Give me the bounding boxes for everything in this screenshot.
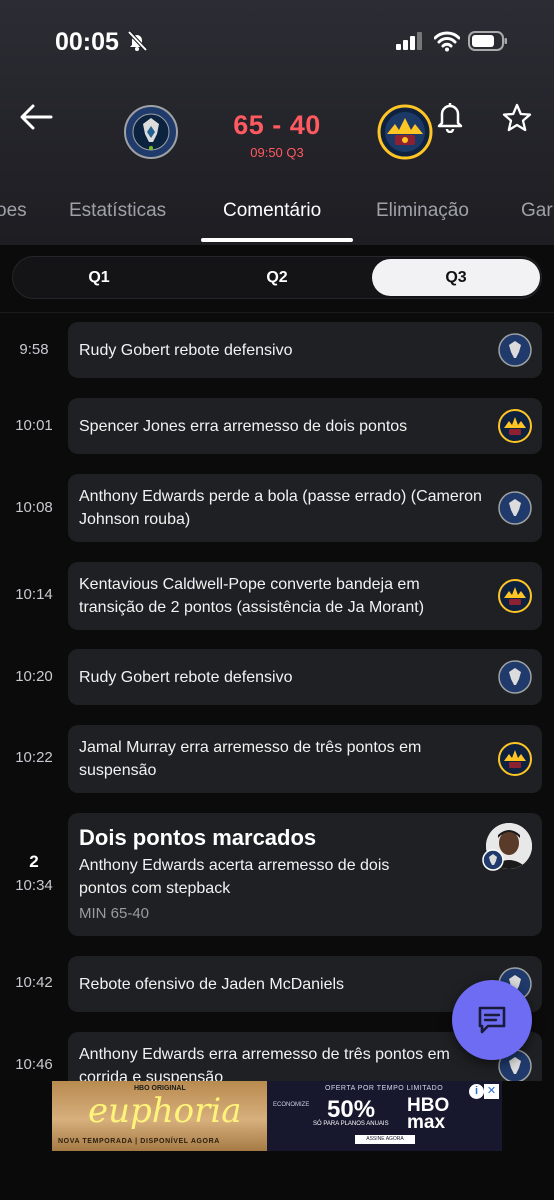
battery-icon xyxy=(468,31,507,51)
event-time: 10:42 xyxy=(15,974,53,991)
event-text: Rudy Gobert rebote defensivo xyxy=(79,342,293,359)
event-time: 10:01 xyxy=(15,417,53,434)
ad-info-icon[interactable]: i xyxy=(469,1084,484,1099)
quarter-q1[interactable]: Q1 xyxy=(13,257,185,298)
section-tabs: oes Estatísticas Comentário Eliminação G… xyxy=(0,186,554,242)
tab-comentario[interactable]: Comentário xyxy=(223,200,321,222)
active-tab-indicator xyxy=(201,238,353,242)
ad-brand-bottom: max xyxy=(407,1112,446,1133)
nuggets-logo-icon xyxy=(498,409,532,443)
timberwolves-logo-icon xyxy=(498,333,532,367)
event-card[interactable]: Jamal Murray erra arremesso de três pont… xyxy=(68,725,542,793)
nuggets-logo-icon[interactable] xyxy=(377,104,433,160)
status-time: 00:05 xyxy=(55,28,119,56)
divider xyxy=(0,312,554,313)
quarter-q3[interactable]: Q3 xyxy=(372,259,540,296)
quarter-selector: Q1 Q2 Q3 xyxy=(12,256,542,299)
tab-partial-left[interactable]: oes xyxy=(0,200,27,222)
event-time: 10:46 xyxy=(15,1056,53,1073)
timberwolves-logo-icon xyxy=(498,660,532,694)
game-clock: 09:50 Q3 xyxy=(250,145,304,160)
back-arrow-icon[interactable] xyxy=(18,100,54,134)
scoring-event-card[interactable]: Dois pontos marcados Anthony Edwards ace… xyxy=(68,813,542,936)
tab-partial-right[interactable]: Gar xyxy=(521,200,553,222)
ad-title: euphoria xyxy=(88,1091,242,1131)
ad-close-icon[interactable]: ✕ xyxy=(484,1084,499,1099)
event-card[interactable]: Kentavious Caldwell-Pope converte bandej… xyxy=(68,562,542,630)
event-text: Spencer Jones erra arremesso de dois pon… xyxy=(79,418,408,435)
scoring-event-text: Anthony Edwards acerta arremesso de dois… xyxy=(79,857,390,897)
nuggets-logo-icon xyxy=(498,742,532,776)
ad-annual: SÓ PARA PLANOS ANUAIS xyxy=(313,1121,389,1127)
event-time: 10:34 xyxy=(15,877,53,894)
ad-from: ECONOMIZE xyxy=(273,1102,310,1108)
event-text: Kentavious Caldwell-Pope converte bandej… xyxy=(79,576,425,616)
event-time: 10:20 xyxy=(15,668,53,685)
ad-promo-right[interactable]: OFERTA POR TEMPO LIMITADO ECONOMIZE 50% … xyxy=(267,1081,502,1151)
event-card[interactable]: Anthony Edwards perde a bola (passe erra… xyxy=(68,474,542,542)
event-text: Anthony Edwards perde a bola (passe erra… xyxy=(79,488,482,528)
ad-promo-left[interactable]: HBO ORIGINAL euphoria NOVA TEMPORADA | D… xyxy=(52,1081,267,1151)
status-bar: 00:05 xyxy=(0,0,554,84)
bell-muted-icon xyxy=(127,30,148,52)
event-text: Rudy Gobert rebote defensivo xyxy=(79,669,293,686)
timberwolves-badge-icon xyxy=(482,849,504,871)
quarter-q2[interactable]: Q2 xyxy=(191,257,363,298)
nuggets-logo-icon xyxy=(498,579,532,613)
ad-offer: OFERTA POR TEMPO LIMITADO xyxy=(325,1085,444,1092)
timberwolves-logo-icon[interactable] xyxy=(123,104,179,160)
game-score: 65 - 40 xyxy=(233,110,321,140)
ad-percent: 50% xyxy=(327,1096,376,1123)
game-header: 00:05 65 - 40 09:50 Q3 oes Estatísticas … xyxy=(0,0,554,245)
event-card[interactable]: Rudy Gobert rebote defensivo xyxy=(68,322,542,378)
ad-brand-logo: HBO max xyxy=(407,1096,449,1133)
tab-eliminacao[interactable]: Eliminação xyxy=(376,200,469,222)
scoring-event-title: Dois pontos marcados xyxy=(79,825,317,850)
ad-subtitle: NOVA TEMPORADA | DISPONÍVEL AGORA xyxy=(58,1138,220,1145)
event-card[interactable]: Rudy Gobert rebote defensivo xyxy=(68,649,542,705)
wifi-icon xyxy=(434,31,460,52)
event-time: 10:22 xyxy=(15,749,53,766)
notification-bell-icon[interactable] xyxy=(437,101,463,133)
points-scored-count: 2 xyxy=(29,852,39,871)
chat-bubble-icon xyxy=(478,1006,506,1034)
event-text: Jamal Murray erra arremesso de três pont… xyxy=(79,739,422,779)
ad-banner[interactable]: HBO ORIGINAL euphoria NOVA TEMPORADA | D… xyxy=(52,1081,502,1151)
event-text: Rebote ofensivo de Jaden McDaniels xyxy=(79,976,345,993)
tab-estatisticas[interactable]: Estatísticas xyxy=(69,200,166,222)
favorite-star-icon[interactable] xyxy=(502,103,532,133)
timberwolves-logo-icon xyxy=(498,491,532,525)
scoring-event-score: MIN 65-40 xyxy=(79,905,150,922)
ad-cta-button[interactable]: ASSINE AGORA xyxy=(355,1135,415,1144)
event-card[interactable]: Spencer Jones erra arremesso de dois pon… xyxy=(68,398,542,454)
event-time: 9:58 xyxy=(19,341,49,358)
event-time: 10:08 xyxy=(15,499,53,516)
cell-signal-icon xyxy=(396,32,422,50)
event-time: 10:14 xyxy=(15,586,53,603)
chat-button[interactable] xyxy=(452,980,532,1060)
